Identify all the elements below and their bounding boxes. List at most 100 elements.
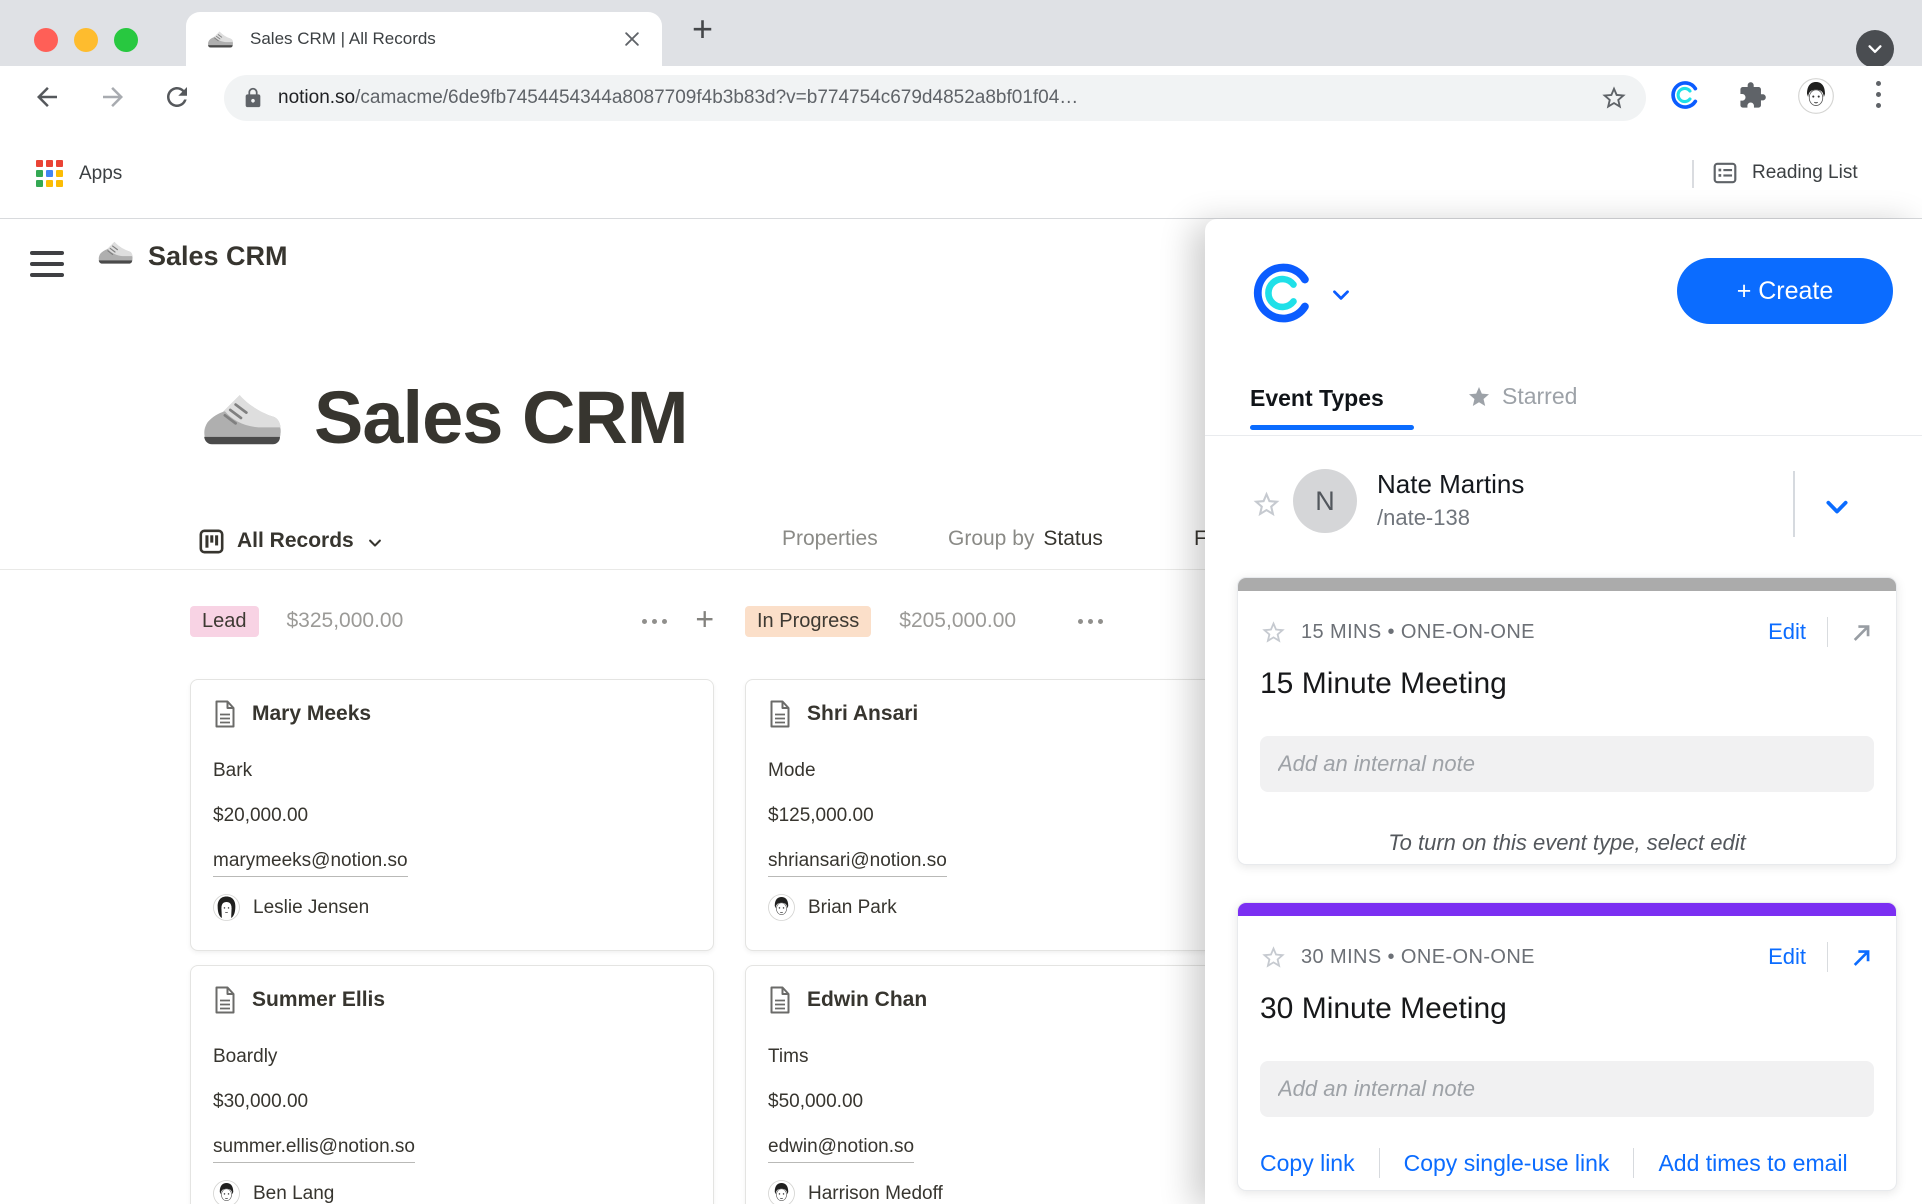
star-outline-icon[interactable] [1260, 944, 1287, 971]
forward-icon[interactable] [98, 82, 128, 112]
card-company: Boardly [213, 1044, 691, 1070]
reading-list-icon [1712, 160, 1738, 186]
add-card-icon[interactable]: + [695, 603, 714, 635]
column-total: $205,000.00 [899, 609, 1016, 633]
group-by-value: Status [1043, 527, 1103, 550]
column-in-progress: In Progress $205,000.00 Shri Ansari Mode… [745, 601, 1205, 1204]
card-name: Shri Ansari [807, 702, 918, 726]
internal-note-input[interactable] [1260, 1061, 1874, 1117]
card-name: Edwin Chan [807, 988, 927, 1012]
url-path: /camacme/6de9fb7454454344a8087709f4b3b83… [355, 87, 1078, 108]
card-owner: Brian Park [768, 894, 1205, 921]
chevron-down-icon[interactable] [1821, 491, 1853, 523]
extensions-puzzle-icon[interactable] [1738, 81, 1767, 110]
tab-title: Sales CRM | All Records [250, 29, 622, 49]
user-name: Nate Martins [1377, 469, 1524, 500]
owner-name: Brian Park [808, 895, 897, 921]
card-email-link[interactable]: marymeeks@notion.so [213, 848, 408, 877]
reading-list-button[interactable]: Reading List [1712, 160, 1858, 186]
card-company: Tims [768, 1044, 1205, 1070]
new-tab-button[interactable]: + [692, 8, 713, 50]
url-bar[interactable]: notion.so/camacme/6de9fb7454454344a80877… [224, 75, 1646, 121]
card-amount: $125,000.00 [768, 803, 1205, 829]
add-times-to-email-button[interactable]: Add times to email [1658, 1150, 1847, 1177]
hamburger-menu-icon[interactable] [30, 251, 64, 284]
card-email-link[interactable]: summer.ellis@notion.so [213, 1134, 415, 1163]
bookmarks-divider [1692, 160, 1694, 188]
status-badge[interactable]: In Progress [745, 606, 871, 637]
close-window-button[interactable] [34, 28, 58, 52]
document-icon [213, 700, 237, 728]
column-header: In Progress $205,000.00 [745, 601, 1205, 641]
active-tab-underline [1250, 425, 1414, 430]
man-avatar [768, 894, 795, 921]
edit-divider [1827, 942, 1828, 972]
apps-label: Apps [79, 163, 122, 185]
card-amount: $50,000.00 [768, 1089, 1205, 1115]
crm-card[interactable]: Edwin Chan Tims $50,000.00 edwin@notion.… [745, 965, 1205, 1204]
column-menu-icon[interactable] [1078, 619, 1103, 624]
internal-note-input[interactable] [1260, 736, 1874, 792]
group-by-button[interactable]: Group by Status [948, 527, 1103, 551]
owner-name: Harrison Medoff [808, 1181, 943, 1204]
card-name: Mary Meeks [252, 702, 371, 726]
apps-grid-icon [36, 160, 63, 187]
event-card-15min: 15 MINS • ONE-ON-ONE Edit 15 Minute Meet… [1237, 577, 1897, 865]
links-divider [1633, 1148, 1634, 1178]
topbar-page-title[interactable]: Sales CRM [148, 241, 288, 272]
browser-tab[interactable]: Sales CRM | All Records [186, 12, 662, 66]
reload-icon[interactable] [162, 82, 192, 112]
column-menu-icon[interactable] [642, 619, 667, 624]
star-filled-icon [1467, 385, 1491, 409]
view-selector[interactable]: All Records [198, 519, 384, 563]
card-email-link[interactable]: edwin@notion.so [768, 1134, 914, 1163]
man-avatar [213, 1180, 240, 1204]
create-button[interactable]: + Create [1677, 258, 1893, 324]
external-link-icon[interactable] [1849, 945, 1874, 970]
document-icon [213, 986, 237, 1014]
copy-single-use-link-button[interactable]: Copy single-use link [1404, 1150, 1610, 1177]
card-email-link[interactable]: shriansari@notion.so [768, 848, 947, 877]
calendly-sidebar: + Create Event Types Starred N Nate Mart… [1205, 219, 1922, 1204]
edit-divider [1827, 617, 1828, 647]
group-by-label: Group by [948, 527, 1034, 550]
minimize-window-button[interactable] [74, 28, 98, 52]
chevron-down-icon[interactable] [1329, 283, 1353, 307]
star-outline-icon[interactable] [1260, 619, 1287, 646]
profile-avatar[interactable] [1798, 78, 1834, 114]
properties-button[interactable]: Properties [782, 527, 878, 551]
tab-strip: Sales CRM | All Records + [0, 0, 1922, 66]
close-tab-icon[interactable] [622, 29, 642, 49]
crm-card[interactable]: Summer Ellis Boardly $30,000.00 summer.e… [190, 965, 714, 1204]
crm-card[interactable]: Mary Meeks Bark $20,000.00 marymeeks@not… [190, 679, 714, 951]
browser-toolbar: notion.so/camacme/6de9fb7454454344a80877… [0, 66, 1922, 130]
tab-event-types[interactable]: Event Types [1250, 385, 1384, 412]
owner-name: Leslie Jensen [253, 895, 369, 921]
bookmark-star-icon[interactable] [1600, 84, 1628, 112]
links-divider [1379, 1148, 1380, 1178]
edit-link[interactable]: Edit [1768, 619, 1806, 645]
maximize-window-button[interactable] [114, 28, 138, 52]
filter-button-clipped[interactable]: F [1194, 527, 1205, 551]
crm-card[interactable]: Shri Ansari Mode $125,000.00 shriansari@… [745, 679, 1205, 951]
status-badge[interactable]: Lead [190, 606, 259, 637]
star-outline-icon[interactable] [1251, 489, 1282, 520]
card-owner: Harrison Medoff [768, 1180, 1205, 1204]
sneaker-heading-icon [198, 387, 284, 449]
page-title: Sales CRM [314, 375, 687, 460]
event-color-strip [1238, 903, 1896, 916]
tab-search-button[interactable] [1856, 30, 1894, 68]
back-icon[interactable] [32, 82, 62, 112]
browser-menu-icon[interactable] [1876, 81, 1881, 108]
external-link-icon[interactable] [1849, 620, 1874, 645]
tab-starred[interactable]: Starred [1467, 383, 1577, 410]
man-avatar [768, 1180, 795, 1204]
edit-link[interactable]: Edit [1768, 944, 1806, 970]
apps-shortcut[interactable]: Apps [36, 160, 122, 187]
card-amount: $30,000.00 [213, 1089, 691, 1115]
calendly-extension-icon[interactable] [1668, 78, 1702, 112]
copy-link-button[interactable]: Copy link [1260, 1150, 1355, 1177]
bookmarks-bar: Apps Reading List [0, 130, 1922, 219]
calendly-logo[interactable] [1247, 257, 1319, 329]
user-row[interactable]: N Nate Martins /nate-138 [1205, 449, 1922, 559]
